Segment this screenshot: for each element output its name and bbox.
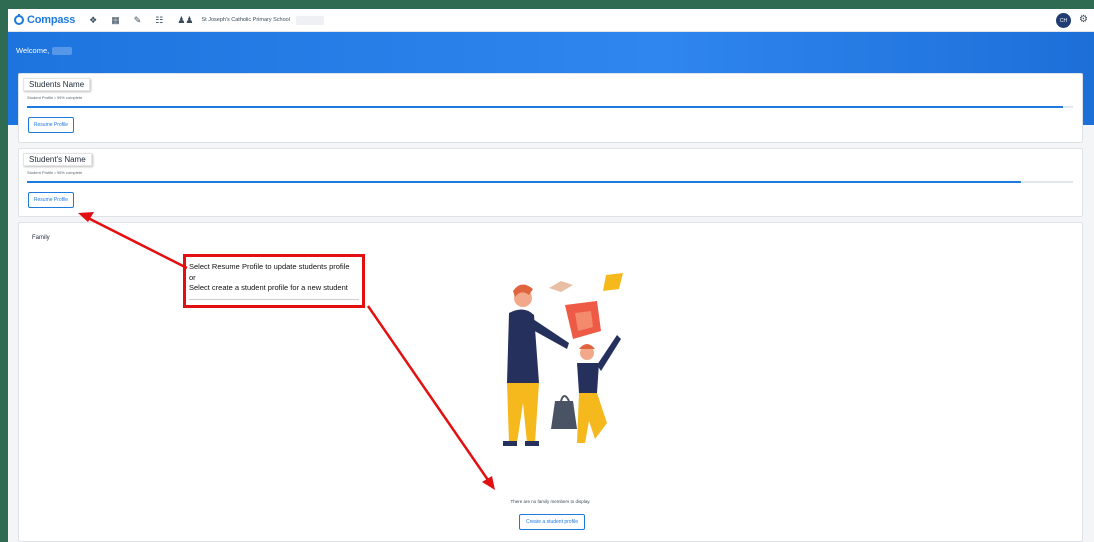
arrow-to-create — [366, 305, 490, 481]
arrow-head — [482, 476, 495, 490]
annotation-arrows — [78, 212, 495, 490]
arrow-to-resume — [87, 216, 188, 270]
